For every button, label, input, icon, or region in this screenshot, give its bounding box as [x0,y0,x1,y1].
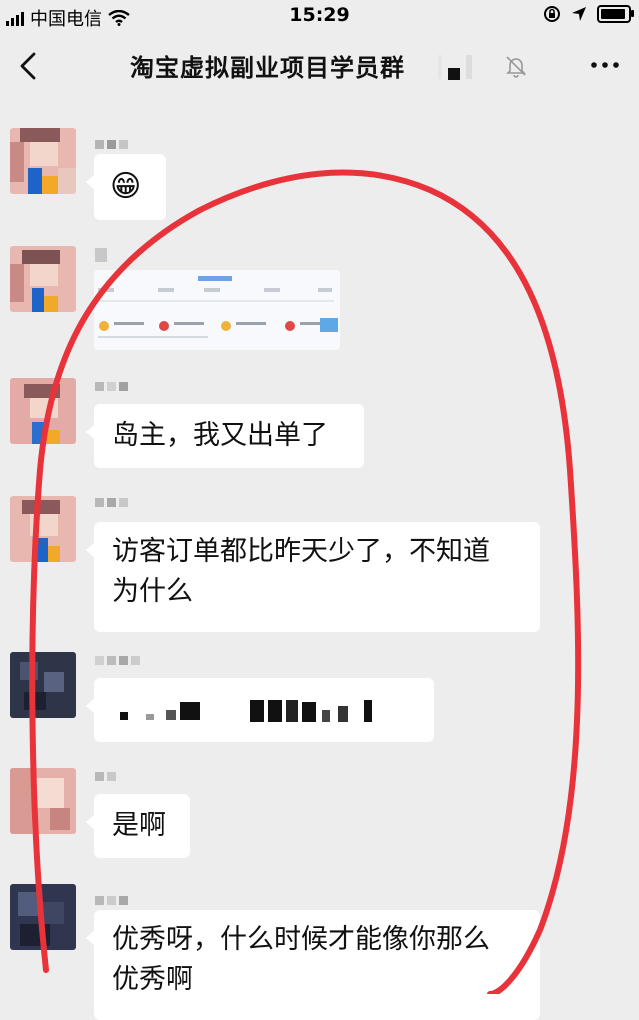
mute-bell-icon [506,56,526,78]
sender-name [95,498,128,507]
avatar[interactable] [10,378,76,444]
image-preview [94,270,340,350]
chat-message: 访客订单都比昨天少了，不知道 为什么 [0,496,639,636]
battery-icon [597,5,634,23]
message-text: 是啊 [112,810,166,841]
avatar[interactable] [10,496,76,562]
image-attachment[interactable] [94,270,340,350]
censored-member-count [438,54,472,80]
chat-message: 是啊 [0,768,639,868]
chat-message [0,652,639,752]
avatar[interactable] [10,768,76,834]
chat-header: 淘宝虚拟副业项目学员群 [0,32,639,100]
message-text: 岛主，我又出单了 [112,420,328,451]
sender-name [95,140,128,149]
location-icon [572,7,586,21]
message-text-line: 优秀啊 [112,964,193,995]
message-bubble[interactable] [86,678,434,742]
sender-name [95,772,116,781]
emoji-sticker: 😁 [110,169,142,204]
message-text-line: 为什么 [112,576,193,607]
orientation-lock-icon [544,6,560,22]
status-bar: 中国电信 15:29 [0,0,639,32]
avatar[interactable] [10,246,76,312]
chat-message: 岛主，我又出单了 [0,378,639,478]
avatar[interactable] [10,652,76,718]
message-text-line: 访客订单都比昨天少了，不知道 [112,536,490,567]
sender-name [95,896,128,905]
avatar[interactable] [10,884,76,950]
message-bubble[interactable]: 😁 [86,154,166,220]
sender-name [95,248,107,262]
chat-message: 😁 [0,128,639,228]
censored-text [120,700,372,722]
message-bubble[interactable]: 访客订单都比昨天少了，不知道 为什么 [86,522,540,632]
chat-message [0,246,639,356]
message-bubble[interactable]: 是啊 [86,794,190,858]
chat-message: 优秀呀，什么时候才能像你那么 优秀啊 [0,884,639,1020]
chat-title: 淘宝虚拟副业项目学员群 [130,54,405,82]
back-icon[interactable] [12,48,48,84]
sender-name [95,656,140,665]
avatar[interactable] [10,128,76,194]
message-text-line: 优秀呀，什么时候才能像你那么 [112,924,490,955]
sender-name [95,382,128,391]
more-options-icon[interactable] [589,56,621,74]
message-bubble[interactable]: 岛主，我又出单了 [86,404,364,468]
status-right [543,5,634,23]
message-bubble[interactable]: 优秀呀，什么时候才能像你那么 优秀啊 [86,910,540,1020]
